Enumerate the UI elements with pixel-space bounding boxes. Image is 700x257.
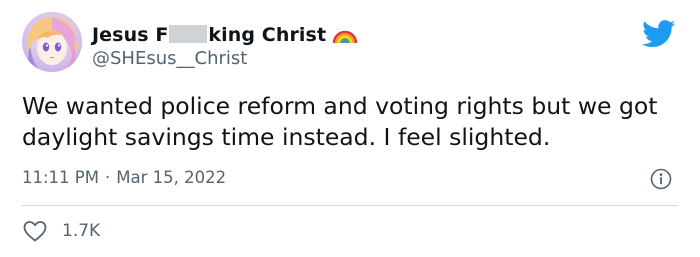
tweet-text: We wanted police reform and voting right… — [22, 92, 658, 151]
twitter-bird-icon[interactable] — [642, 20, 676, 48]
avatar[interactable] — [22, 12, 82, 72]
like-count: 1.7K — [62, 221, 101, 241]
rainbow-icon — [332, 30, 358, 44]
anime-avatar-icon — [22, 12, 82, 72]
heart-icon[interactable] — [22, 219, 48, 243]
censor-block — [169, 25, 208, 43]
tweet-time[interactable]: 11:11 PM — [22, 168, 99, 187]
like-action[interactable]: 1.7K — [22, 218, 100, 244]
tweet-card: Jesus F king Christ @SHEsus__Christ We wa… — [0, 0, 700, 257]
author-name-row[interactable]: Jesus F king Christ — [92, 22, 358, 48]
tweet-meta: 11:11 PM · Mar 15, 2022 — [22, 168, 226, 187]
author-handle[interactable]: @SHEsus__Christ — [92, 48, 247, 69]
divider — [22, 205, 678, 206]
info-icon[interactable] — [650, 168, 672, 190]
author-name-prefix: Jesus F — [92, 24, 169, 46]
tweet-date[interactable]: Mar 15, 2022 — [116, 168, 226, 187]
author-name[interactable]: Jesus F king Christ — [92, 24, 326, 46]
meta-separator: · — [104, 168, 111, 187]
author-name-suffix: king Christ — [208, 24, 327, 46]
